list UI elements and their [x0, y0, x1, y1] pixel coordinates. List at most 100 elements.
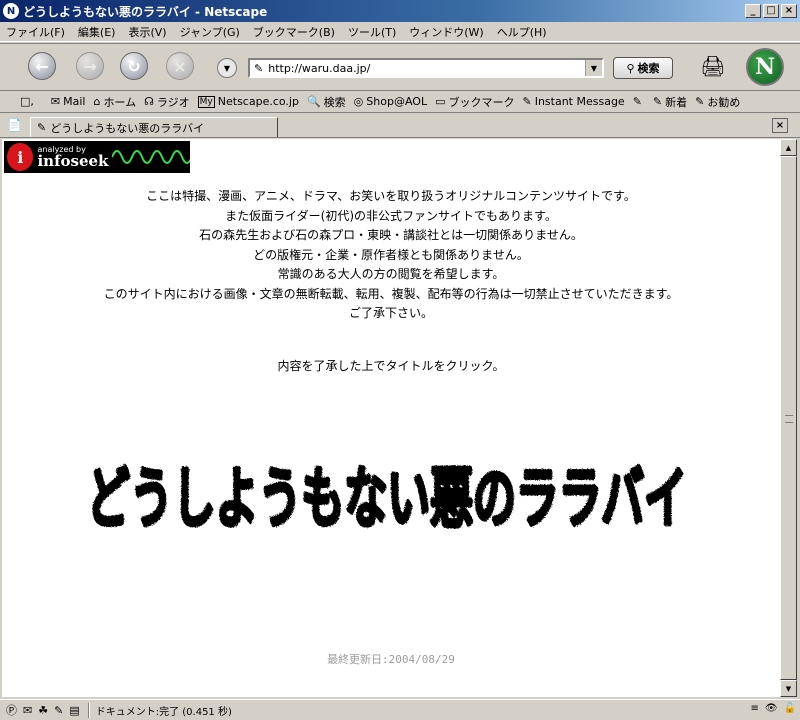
- page-link-icon: ✎: [37, 121, 47, 134]
- arrow-down-icon: ▼: [785, 684, 792, 693]
- address-book-icon[interactable]: ▤: [69, 704, 79, 717]
- badge-line2: infoseek: [37, 151, 109, 170]
- tab-current[interactable]: ✎ どうしようもない悪のララバイ: [30, 117, 278, 137]
- connection-icon: ≡: [750, 703, 759, 714]
- search-button[interactable]: ⚲ 検索: [613, 57, 673, 79]
- menu-window[interactable]: ウィンドウ(W): [409, 24, 483, 40]
- link-icon: ✎: [522, 95, 532, 108]
- chevron-down-icon: ▼: [223, 63, 231, 73]
- close-icon: ×: [775, 120, 785, 131]
- search-icon: 🔍: [306, 95, 321, 108]
- menu-bookmarks[interactable]: ブックマーク(B): [253, 24, 335, 40]
- bookmark-home[interactable]: ⌂ ホーム: [93, 94, 136, 110]
- bookmark-folder[interactable]: ▭ ブックマーク: [435, 94, 514, 110]
- status-text: ドキュメント:完了 (0.451 秒): [95, 706, 232, 718]
- netscape-logo-icon[interactable]: N: [746, 48, 784, 86]
- menu-file[interactable]: ファイル(F): [6, 24, 65, 40]
- bookmark-blank[interactable]: ✎: [633, 95, 645, 108]
- waveform-icon: [112, 144, 190, 170]
- menu-bar: ファイル(F) 編集(E) 表示(V) ジャンプ(G) ブックマーク(B) ツー…: [0, 22, 800, 42]
- new-tab-icon[interactable]: 📄: [7, 118, 25, 134]
- last-updated: 最終更新日:2004/08/29: [327, 653, 455, 666]
- forward-arrow-icon: →: [83, 56, 97, 76]
- stop-button[interactable]: ×: [166, 52, 194, 80]
- bookmark-shop-aol[interactable]: ◎ Shop@AOL: [354, 95, 427, 108]
- intro-line: また仮面ライダー(初代)の非公式ファンサイトでもあります。: [225, 208, 557, 223]
- bookmark-netscape[interactable]: My Netscape.co.jp: [197, 95, 299, 108]
- home-tab-icon[interactable]: □,: [20, 95, 37, 108]
- url-text: http://waru.daa.jp/: [268, 61, 371, 75]
- link-icon: ✎: [695, 95, 705, 108]
- navigation-toolbar: ← → ↻ × ▼ ✎ http://waru.daa.jp/ ▼ ⚲ 検索 🖨…: [0, 43, 800, 91]
- netscape-small-icon[interactable]: Ⓟ: [6, 702, 17, 718]
- window-title: どうしようもない悪のララバイ - Netscape: [23, 4, 268, 19]
- intro-line: 常識のある大人の方の閲覧を希望します。: [277, 267, 505, 281]
- intro-line: ご了承下さい。: [348, 306, 433, 320]
- go-dropdown-button[interactable]: ▼: [217, 58, 237, 78]
- menu-help[interactable]: ヘルプ(H): [497, 24, 547, 40]
- home-icon: ⌂: [93, 95, 101, 108]
- click-title-prompt: 内容を了承した上でタイトルをクリック。: [277, 359, 505, 373]
- print-icon[interactable]: 🖨: [698, 52, 728, 80]
- bookmark-search[interactable]: 🔍 検索: [307, 94, 346, 110]
- tab-bar: 📄 ✎ どうしようもない悪のララバイ ×: [0, 114, 800, 138]
- arrow-up-icon: ▲: [785, 143, 792, 152]
- menu-view[interactable]: 表示(V): [128, 24, 166, 40]
- menu-tools[interactable]: ツール(T): [348, 24, 396, 40]
- grip-icon: [785, 415, 793, 423]
- composer-icon[interactable]: ✎: [54, 704, 63, 717]
- page-link-icon: ✎: [254, 61, 264, 75]
- bookmark-radio[interactable]: ☊ ラジオ: [144, 94, 190, 110]
- intro-line: このサイト内における画像・文章の無断転載、転用、複製、配布等の行為は一切禁止させ…: [103, 286, 679, 301]
- intro-text: ここは特撮、漫画、アニメ、ドラマ、お笑いを取り扱うオリジナルコンテンツサイトです…: [2, 187, 780, 324]
- aim-icon[interactable]: ☘: [38, 704, 48, 717]
- scroll-thumb[interactable]: [780, 156, 797, 680]
- url-bar[interactable]: ✎ http://waru.daa.jp/ ▼: [248, 58, 604, 78]
- status-divider: [87, 702, 90, 718]
- lock-icon: 🔓: [783, 703, 796, 714]
- netscape-app-icon: N: [3, 3, 19, 19]
- bookmark-recommended[interactable]: ✎ お勧め: [695, 94, 740, 110]
- my-netscape-icon: My: [197, 95, 215, 108]
- mail-icon[interactable]: ✉: [23, 704, 32, 717]
- intro-line: どの版権元・企業・原作者様とも関係ありません。: [253, 247, 529, 262]
- shop-icon: ◎: [353, 95, 364, 108]
- tab-label: どうしようもない悪のララバイ: [50, 121, 205, 135]
- scroll-up-button[interactable]: ▲: [780, 139, 797, 156]
- forward-button[interactable]: →: [76, 52, 104, 80]
- bookmark-new[interactable]: ✎ 新着: [653, 94, 687, 110]
- search-button-label: 検索: [637, 62, 660, 75]
- minimize-button[interactable]: _: [745, 4, 761, 18]
- headphones-icon: ☊: [144, 95, 154, 108]
- chevron-down-icon: ▼: [590, 63, 598, 73]
- mail-icon: ✉: [50, 95, 61, 108]
- site-title-logo[interactable]: どうしようもない悪のララバイ: [82, 423, 692, 553]
- vertical-scrollbar[interactable]: ▲ ▼: [780, 139, 797, 697]
- url-history-dropdown[interactable]: ▼: [585, 60, 602, 76]
- infoseek-analyzed-badge[interactable]: i analyzed by infoseek: [4, 141, 190, 173]
- reload-button[interactable]: ↻: [120, 52, 148, 80]
- back-arrow-icon: ←: [35, 56, 49, 76]
- status-bar: Ⓟ ✉ ☘ ✎ ▤ ドキュメント:完了 (0.451 秒) ≡ 👁 🔓: [0, 699, 800, 720]
- close-button[interactable]: ×: [781, 4, 797, 18]
- site-title-text: どうしようもない悪のララバイ: [87, 460, 687, 537]
- stop-icon: ×: [173, 56, 187, 76]
- bookmark-mail[interactable]: ✉ Mail: [51, 95, 86, 108]
- infoseek-logo-icon: i: [7, 143, 34, 171]
- scroll-down-button[interactable]: ▼: [780, 680, 797, 697]
- page-content: i analyzed by infoseek ここは特撮、漫画、アニメ、ドラマ、…: [2, 139, 780, 697]
- link-icon: ✎: [652, 95, 663, 108]
- link-icon: ✎: [632, 95, 642, 108]
- magnifier-icon: ⚲: [626, 61, 635, 75]
- close-tab-button[interactable]: ×: [772, 118, 788, 133]
- reload-icon: ↻: [127, 56, 141, 76]
- personal-toolbar: □, ✉ Mail ⌂ ホーム ☊ ラジオ My Netscape.co.jp 🔍 検索 …: [0, 91, 800, 113]
- security-eye-icon: 👁: [764, 703, 778, 714]
- back-button[interactable]: ←: [28, 52, 56, 80]
- bookmark-instant-message[interactable]: ✎ Instant Message: [522, 95, 624, 108]
- menu-go[interactable]: ジャンプ(G): [180, 24, 240, 40]
- intro-line: 石の森先生および石の森プロ・東映・講談社とは一切関係ありません。: [199, 228, 583, 242]
- maximize-button[interactable]: □: [763, 4, 779, 18]
- intro-line: ここは特撮、漫画、アニメ、ドラマ、お笑いを取り扱うオリジナルコンテンツサイトです…: [146, 189, 636, 203]
- menu-edit[interactable]: 編集(E): [78, 24, 116, 40]
